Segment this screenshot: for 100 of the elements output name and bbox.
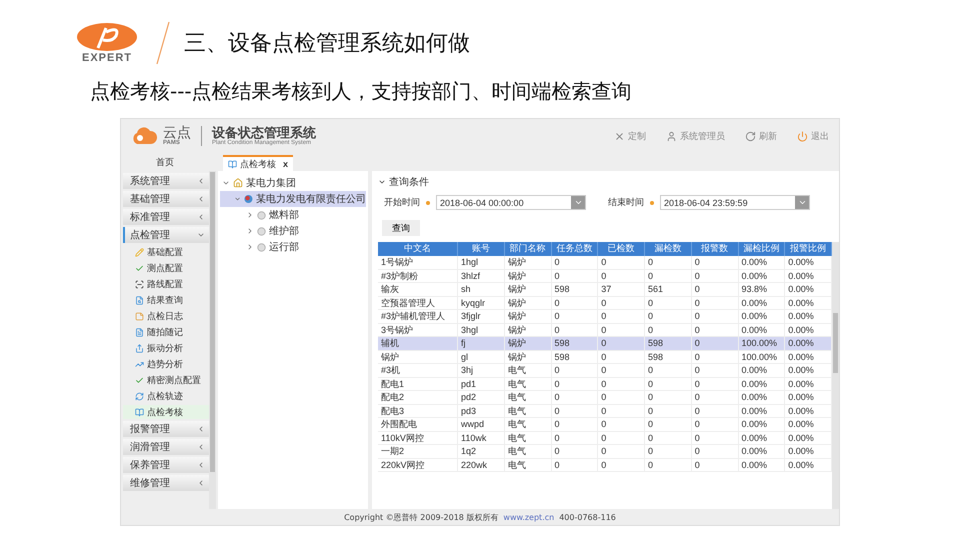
table-row[interactable]: 外围配电 wwpd 电气 0 0 0 0 0.00% 0.00%	[378, 418, 832, 432]
page-tab[interactable]: 点检考核 x	[223, 155, 294, 171]
chevron-left-icon	[197, 425, 205, 433]
menu-group[interactable]: 点检管理	[123, 227, 209, 243]
table-row[interactable]: 配电2 pd2 电气 0 0 0 0 0.00% 0.00%	[378, 391, 832, 404]
tree-node[interactable]: 某电力集团	[220, 175, 366, 191]
menu-item[interactable]: 随拍随记	[123, 325, 209, 339]
date-field[interactable]: 2018-06-04 23:59:59	[660, 195, 810, 210]
column-header[interactable]: 漏检比例	[738, 242, 786, 256]
table-row[interactable]: #3机 3hj 电气 0 0 0 0 0.00% 0.00%	[378, 364, 832, 378]
table-cell: 100.00%	[738, 337, 786, 350]
table-cell: kyqglr	[458, 296, 505, 310]
table-cell: 0	[598, 310, 645, 323]
menu-group[interactable]: 标准管理	[123, 209, 209, 225]
table-row[interactable]: 220kV网控 220wk 电气 0 0 0 0 0.00% 0.00%	[378, 458, 832, 472]
globe-icon	[244, 194, 253, 204]
table-cell: 0.00%	[738, 270, 786, 282]
table-row[interactable]: 110kV网控 110wk 电气 0 0 0 0 0.00% 0.00%	[378, 432, 832, 445]
table-cell: 0	[645, 391, 692, 404]
date-field[interactable]: 2018-06-04 00:00:00	[436, 195, 586, 210]
dropdown-icon	[798, 198, 806, 207]
table-row[interactable]: 空预器管理人 kyqglr 锅炉 0 0 0 0 0.00% 0.00%	[378, 296, 832, 310]
table-cell: 0	[552, 391, 598, 404]
table-cell: 空预器管理人	[378, 296, 458, 310]
menu-item[interactable]: 精密测点配置	[123, 373, 209, 387]
table-cell: 电气	[504, 432, 552, 444]
table-row[interactable]: 辅机 fj 锅炉 598 0 598 0 100.00% 0.00%	[378, 337, 832, 350]
system-title: 设备状态管理系统	[212, 126, 316, 140]
column-header[interactable]: 报警数	[692, 242, 738, 256]
menu-group[interactable]: 基础管理	[123, 191, 209, 207]
table-cell: 锅炉	[378, 350, 458, 364]
table-cell: 锅炉	[504, 283, 552, 296]
table-cell: 110kV网控	[378, 432, 458, 444]
tree-node[interactable]: 运行部	[220, 239, 366, 255]
table-cell: 0	[692, 310, 738, 323]
column-header[interactable]: 任务总数	[552, 242, 598, 256]
table-row[interactable]: 输灰 sh 锅炉 598 37 561 0 93.8% 0.00%	[378, 283, 832, 296]
table-cell: 0	[692, 337, 738, 350]
table-row[interactable]: #3炉辅机管理人 3fjglr 锅炉 0 0 0 0 0.00% 0.00%	[378, 310, 832, 324]
menu-item[interactable]: 路线配置	[123, 277, 209, 291]
menu-item[interactable]: 点检轨迹	[123, 389, 209, 403]
menu-group[interactable]: 保养管理	[123, 457, 209, 473]
column-header[interactable]: 部门名称	[504, 242, 552, 256]
menu-item[interactable]: 点检日志	[123, 309, 209, 323]
column-header[interactable]: 漏检数	[645, 242, 692, 256]
table-row[interactable]: 锅炉 gl 锅炉 598 0 598 0 100.00% 0.00%	[378, 350, 832, 364]
table-row[interactable]: 配电3 pd3 电气 0 0 0 0 0.00% 0.00%	[378, 404, 832, 418]
tree-node[interactable]: 维护部	[220, 223, 366, 239]
note-icon	[135, 312, 144, 320]
table-cell: 0	[598, 391, 645, 404]
table-row[interactable]: #3炉制粉 3hlzf 锅炉 0 0 0 0 0.00% 0.00%	[378, 270, 832, 283]
home-link[interactable]: 首页	[121, 156, 209, 168]
table-cell: 配电2	[378, 391, 458, 404]
logout-icon	[797, 130, 808, 142]
table-cell: 0	[598, 378, 645, 390]
table-cell: 0	[552, 458, 598, 472]
query-button[interactable]: 查询	[382, 220, 420, 236]
table-cell: 锅炉	[504, 350, 552, 364]
table-cell: 锅炉	[504, 337, 552, 350]
table-row[interactable]: 1号锅炉 1hgl 锅炉 0 0 0 0 0.00% 0.00%	[378, 256, 832, 270]
tree-node[interactable]: 燃料部	[220, 207, 366, 223]
table-cell: 锅炉	[504, 256, 552, 269]
table-row[interactable]: 配电1 pd1 电气 0 0 0 0 0.00% 0.00%	[378, 378, 832, 391]
column-header[interactable]: 已检数	[598, 242, 645, 256]
table-cell: 0.00%	[738, 310, 786, 323]
column-header[interactable]: 账号	[458, 242, 505, 256]
table-cell: 0	[692, 270, 738, 282]
table-cell: 0.00%	[738, 404, 786, 418]
table-cell: 3hlzf	[458, 270, 505, 282]
table-cell: 0	[598, 445, 645, 458]
table-cell: 0	[552, 418, 598, 431]
menu-item[interactable]: 结果查询	[123, 293, 209, 307]
tree-node[interactable]: 某电力发电有限责任公司	[220, 191, 366, 207]
menu-item[interactable]: 基础配置	[123, 245, 209, 259]
table-cell: 0	[598, 256, 645, 269]
website-link[interactable]: www.zept.cn	[503, 512, 554, 522]
table-cell: 0	[552, 404, 598, 418]
table-cell: 0	[598, 458, 645, 472]
table-cell: #3炉制粉	[378, 270, 458, 282]
close-icon[interactable]: x	[283, 159, 288, 169]
filter-header[interactable]: 查询条件	[378, 175, 839, 189]
table-cell: 0	[692, 418, 738, 431]
menu-group[interactable]: 报警管理	[123, 421, 209, 437]
menu-item[interactable]: 振动分析	[123, 341, 209, 355]
menu-item[interactable]: 趋势分析	[123, 357, 209, 371]
table-cell: 0	[692, 458, 738, 472]
table-cell: 0	[692, 350, 738, 364]
menu-group[interactable]: 系统管理	[123, 173, 209, 189]
menu-item[interactable]: 点检考核	[123, 405, 209, 419]
required-mark-icon	[426, 200, 430, 204]
table-cell: 配电1	[378, 378, 458, 390]
column-header[interactable]: 中文名	[378, 242, 458, 256]
table-row[interactable]: 一期2 1q2 电气 0 0 0 0 0.00% 0.00%	[378, 445, 832, 458]
chevron-left-icon	[197, 195, 205, 203]
menu-group[interactable]: 润滑管理	[123, 439, 209, 455]
menu-group[interactable]: 维修管理	[123, 475, 209, 491]
menu-item[interactable]: 测点配置	[123, 261, 209, 275]
table-cell: 0.00%	[738, 256, 786, 269]
table-cell: 0	[692, 296, 738, 310]
house-icon	[233, 178, 243, 188]
